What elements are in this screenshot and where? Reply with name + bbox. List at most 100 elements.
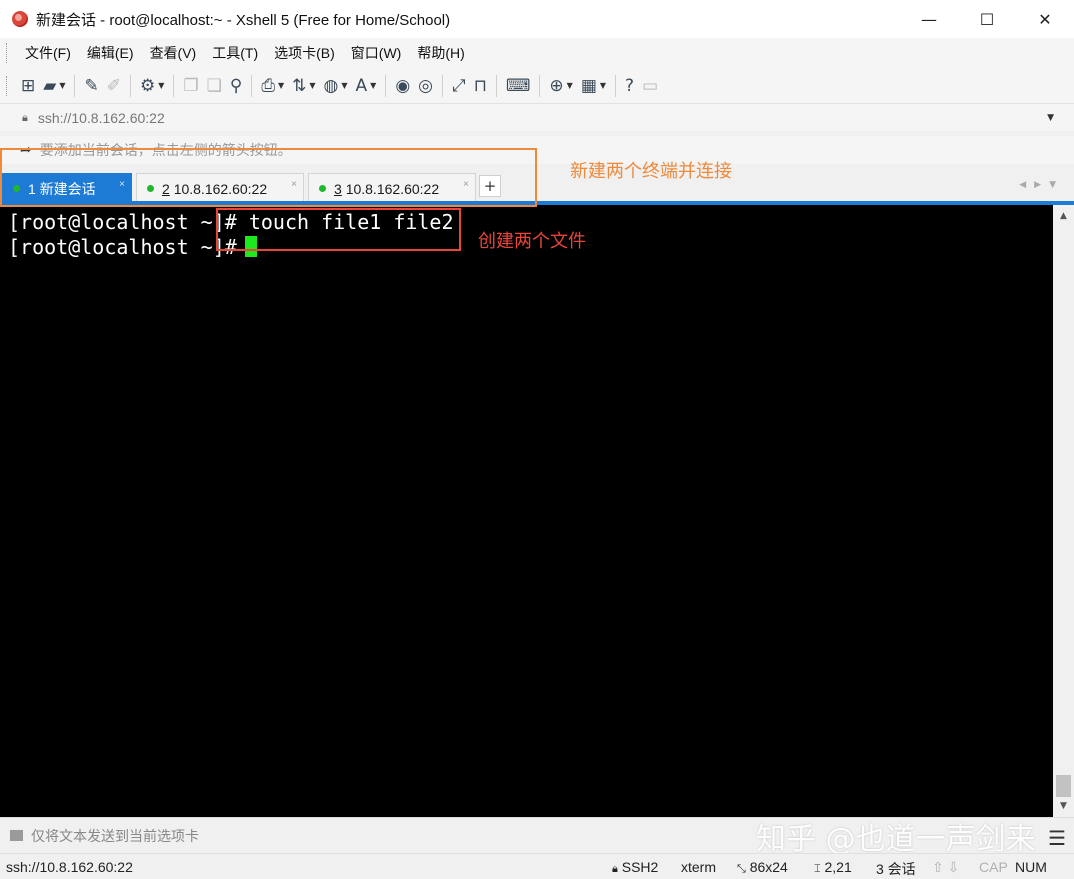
close-button[interactable]: ✕ [1016, 0, 1074, 38]
toolbar-separator [495, 74, 497, 97]
address-bar: 🔒︎ ssh://10.8.162.60:22 ▼ [0, 104, 1074, 131]
compose-icon [10, 830, 23, 841]
address-value: ssh://10.8.162.60:22 [37, 109, 165, 126]
font-icon: A [355, 75, 368, 96]
paste-button[interactable]: ❏ [203, 73, 226, 99]
caret-down-icon: ▼ [599, 81, 607, 90]
new-tab-icon: ⊕ [549, 75, 564, 96]
font-button[interactable]: A ▼ [352, 73, 381, 99]
toolbar-separator [385, 74, 387, 97]
menu-tab[interactable]: 选项卡(B) [266, 43, 343, 63]
status-sessions: 3 会话 [876, 861, 916, 877]
terminal-area[interactable]: [root@localhost ~]# touch file1 file2 [r… [0, 205, 1053, 817]
toolbar-separator [129, 74, 131, 97]
fullscreen-button[interactable]: ⤢ [448, 73, 470, 99]
new-session-icon: ⊞ [21, 75, 36, 96]
tab-scroll-arrows-icon[interactable]: ◀▶▼ [1019, 180, 1064, 190]
toolbar-separator [615, 74, 617, 97]
encoding-button[interactable]: ◍ ▼ [320, 73, 352, 99]
scroll-up-icon[interactable]: ▲ [1053, 207, 1074, 225]
xftp-button[interactable]: ◉ [391, 73, 414, 99]
menu-help[interactable]: 帮助(H) [409, 43, 472, 63]
disconnect-button[interactable]: ✐ [103, 73, 125, 99]
lock-icon: ⊓ [473, 75, 487, 96]
chat-icon: ▭ [642, 75, 659, 96]
cursor-position-icon: ⌶ [814, 863, 821, 875]
menu-file[interactable]: 文件(F) [17, 43, 79, 63]
window-title: 新建会话 - root@localhost:~ - Xshell 5 (Free… [36, 11, 451, 29]
watermark: 知乎 @也道一声剑来 [756, 822, 1036, 857]
compose-placeholder: 仅将文本发送到当前选项卡 [31, 827, 199, 844]
status-position: ⌶ 2,21 [814, 859, 852, 875]
copy-icon: ❐ [183, 75, 199, 96]
menu-view[interactable]: 查看(V) [142, 43, 205, 63]
window-controls: — ☐ ✕ [900, 0, 1074, 38]
xmanager-button[interactable]: ◎ [414, 73, 437, 99]
scroll-down-icon[interactable]: ▼ [1053, 797, 1074, 815]
caret-down-icon: ▼ [277, 81, 285, 90]
status-num: NUM [1015, 859, 1047, 875]
help-icon: ? [625, 75, 635, 96]
caret-down-icon: ▼ [158, 81, 165, 90]
caret-down-icon: ▼ [309, 81, 316, 90]
tabs-annotation-box [0, 148, 537, 207]
menu-tools[interactable]: 工具(T) [204, 43, 266, 63]
terminal-scrollbar[interactable]: ▲ ▼ [1053, 205, 1074, 817]
keyboard-icon: ⌨ [505, 75, 531, 96]
find-button[interactable]: ⚲ [226, 73, 246, 99]
maximize-button[interactable]: ☐ [958, 0, 1016, 38]
title-bar: 新建会话 - root@localhost:~ - Xshell 5 (Free… [0, 0, 1074, 38]
layout-icon: ▦ [580, 75, 597, 96]
print-button[interactable]: ⎙ ▼ [257, 73, 288, 99]
minimize-button[interactable]: — [900, 0, 958, 38]
command-annotation-text: 创建两个文件 [478, 231, 586, 251]
address-dropdown-icon[interactable]: ▼ [1047, 113, 1054, 123]
paste-icon: ❏ [206, 75, 222, 96]
open-folder-icon: ▰ [43, 75, 57, 96]
properties-button[interactable]: ⚙ ▼ [136, 73, 168, 99]
toolbar-separator [173, 74, 175, 97]
caret-down-icon: ▼ [566, 81, 573, 90]
menu-grip [6, 43, 9, 63]
menu-window[interactable]: 窗口(W) [343, 43, 410, 63]
toolbar-separator [442, 74, 443, 97]
tabs-annotation-text: 新建两个终端并连接 [570, 161, 732, 181]
status-caps: CAP [979, 859, 1008, 875]
menu-edit[interactable]: 编辑(E) [79, 43, 142, 63]
globe-icon: ◍ [323, 75, 339, 96]
open-button[interactable]: ▰ ▼ [39, 73, 69, 99]
layout-button[interactable]: ▦ ▼ [577, 73, 610, 99]
scroll-thumb[interactable] [1056, 775, 1071, 797]
status-terminal-type: xterm [681, 859, 716, 875]
chat-button[interactable]: ▭ [638, 73, 662, 99]
caret-down-icon: ▼ [59, 81, 66, 90]
copy-button[interactable]: ❐ [179, 73, 202, 99]
toolbar-grip [6, 75, 9, 96]
keyboard-button[interactable]: ⌨ [502, 73, 535, 99]
transfer-icon: ⇅ [292, 75, 307, 96]
status-bar: ssh://10.8.162.60:22 🔒︎ SSH2 xterm ⤡ 86x… [0, 853, 1074, 879]
menu-bar: 文件(F) 编辑(E) 查看(V) 工具(T) 选项卡(B) 窗口(W) 帮助(… [0, 38, 1074, 68]
toolbar-separator [251, 74, 253, 97]
status-size: ⤡ 86x24 [737, 859, 788, 875]
reconnect-button[interactable]: ✎ [80, 73, 102, 99]
lock-icon: 🔒︎ [612, 863, 618, 875]
status-address: ssh://10.8.162.60:22 [6, 859, 133, 875]
session-nav-arrows-icon[interactable]: ⇧ ⇩ [932, 859, 959, 876]
lock-button[interactable]: ⊓ [470, 73, 491, 99]
new-tab-button[interactable]: ⊕ ▼ [545, 73, 576, 99]
reconnect-icon: ✎ [84, 75, 99, 96]
compose-menu-icon[interactable]: ☰ [1048, 826, 1066, 850]
command-annotation-box [216, 208, 461, 251]
find-icon: ⚲ [229, 75, 243, 96]
terminal-line: [root@localhost ~]# [8, 235, 249, 259]
print-icon: ⎙ [261, 75, 275, 96]
xshell-app-icon [12, 11, 28, 27]
transfer-button[interactable]: ⇅ ▼ [288, 73, 319, 99]
address-input[interactable]: 🔒︎ ssh://10.8.162.60:22 ▼ [10, 106, 1062, 129]
toolbar-separator [539, 74, 541, 97]
help-button[interactable]: ? [621, 73, 638, 99]
new-session-button[interactable]: ⊞ [17, 73, 39, 99]
status-protocol: 🔒︎ SSH2 [612, 859, 659, 875]
resize-icon: ⤡ [737, 863, 746, 875]
